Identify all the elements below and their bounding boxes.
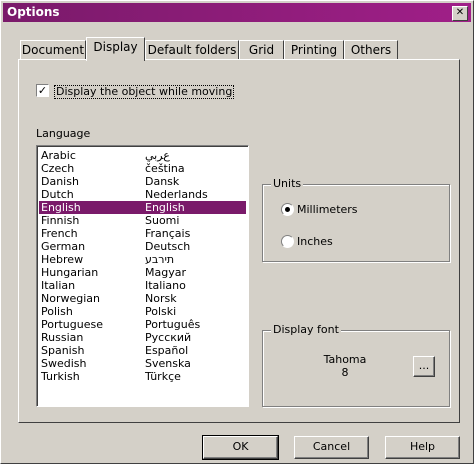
tab-label: Printing: [290, 43, 338, 57]
tab-display[interactable]: Display: [86, 37, 145, 61]
tab-grid[interactable]: Grid: [239, 40, 284, 60]
ok-button[interactable]: OK: [202, 435, 279, 460]
close-button[interactable]: ✕: [452, 6, 468, 21]
tab-label: Grid: [248, 43, 275, 57]
help-label: Help: [409, 440, 436, 453]
window-title: Options: [7, 5, 60, 19]
title-bar[interactable]: Options ✕: [3, 3, 471, 22]
tab-label: Default folders: [147, 43, 237, 57]
ok-label: OK: [232, 440, 249, 453]
tab-printing[interactable]: Printing: [284, 40, 344, 60]
tab-others[interactable]: Others: [344, 40, 398, 60]
tab-default-folders[interactable]: Default folders: [145, 40, 239, 60]
cancel-button[interactable]: Cancel: [294, 436, 369, 459]
tab-label: Document: [21, 43, 85, 57]
tab-label: Display: [93, 40, 138, 54]
help-button[interactable]: Help: [385, 436, 460, 459]
tab-document[interactable]: Document: [20, 40, 86, 60]
cancel-label: Cancel: [312, 440, 351, 453]
tab-label: Others: [350, 43, 392, 57]
tab-panel-display: [18, 59, 460, 423]
close-icon: ✕: [455, 7, 465, 18]
